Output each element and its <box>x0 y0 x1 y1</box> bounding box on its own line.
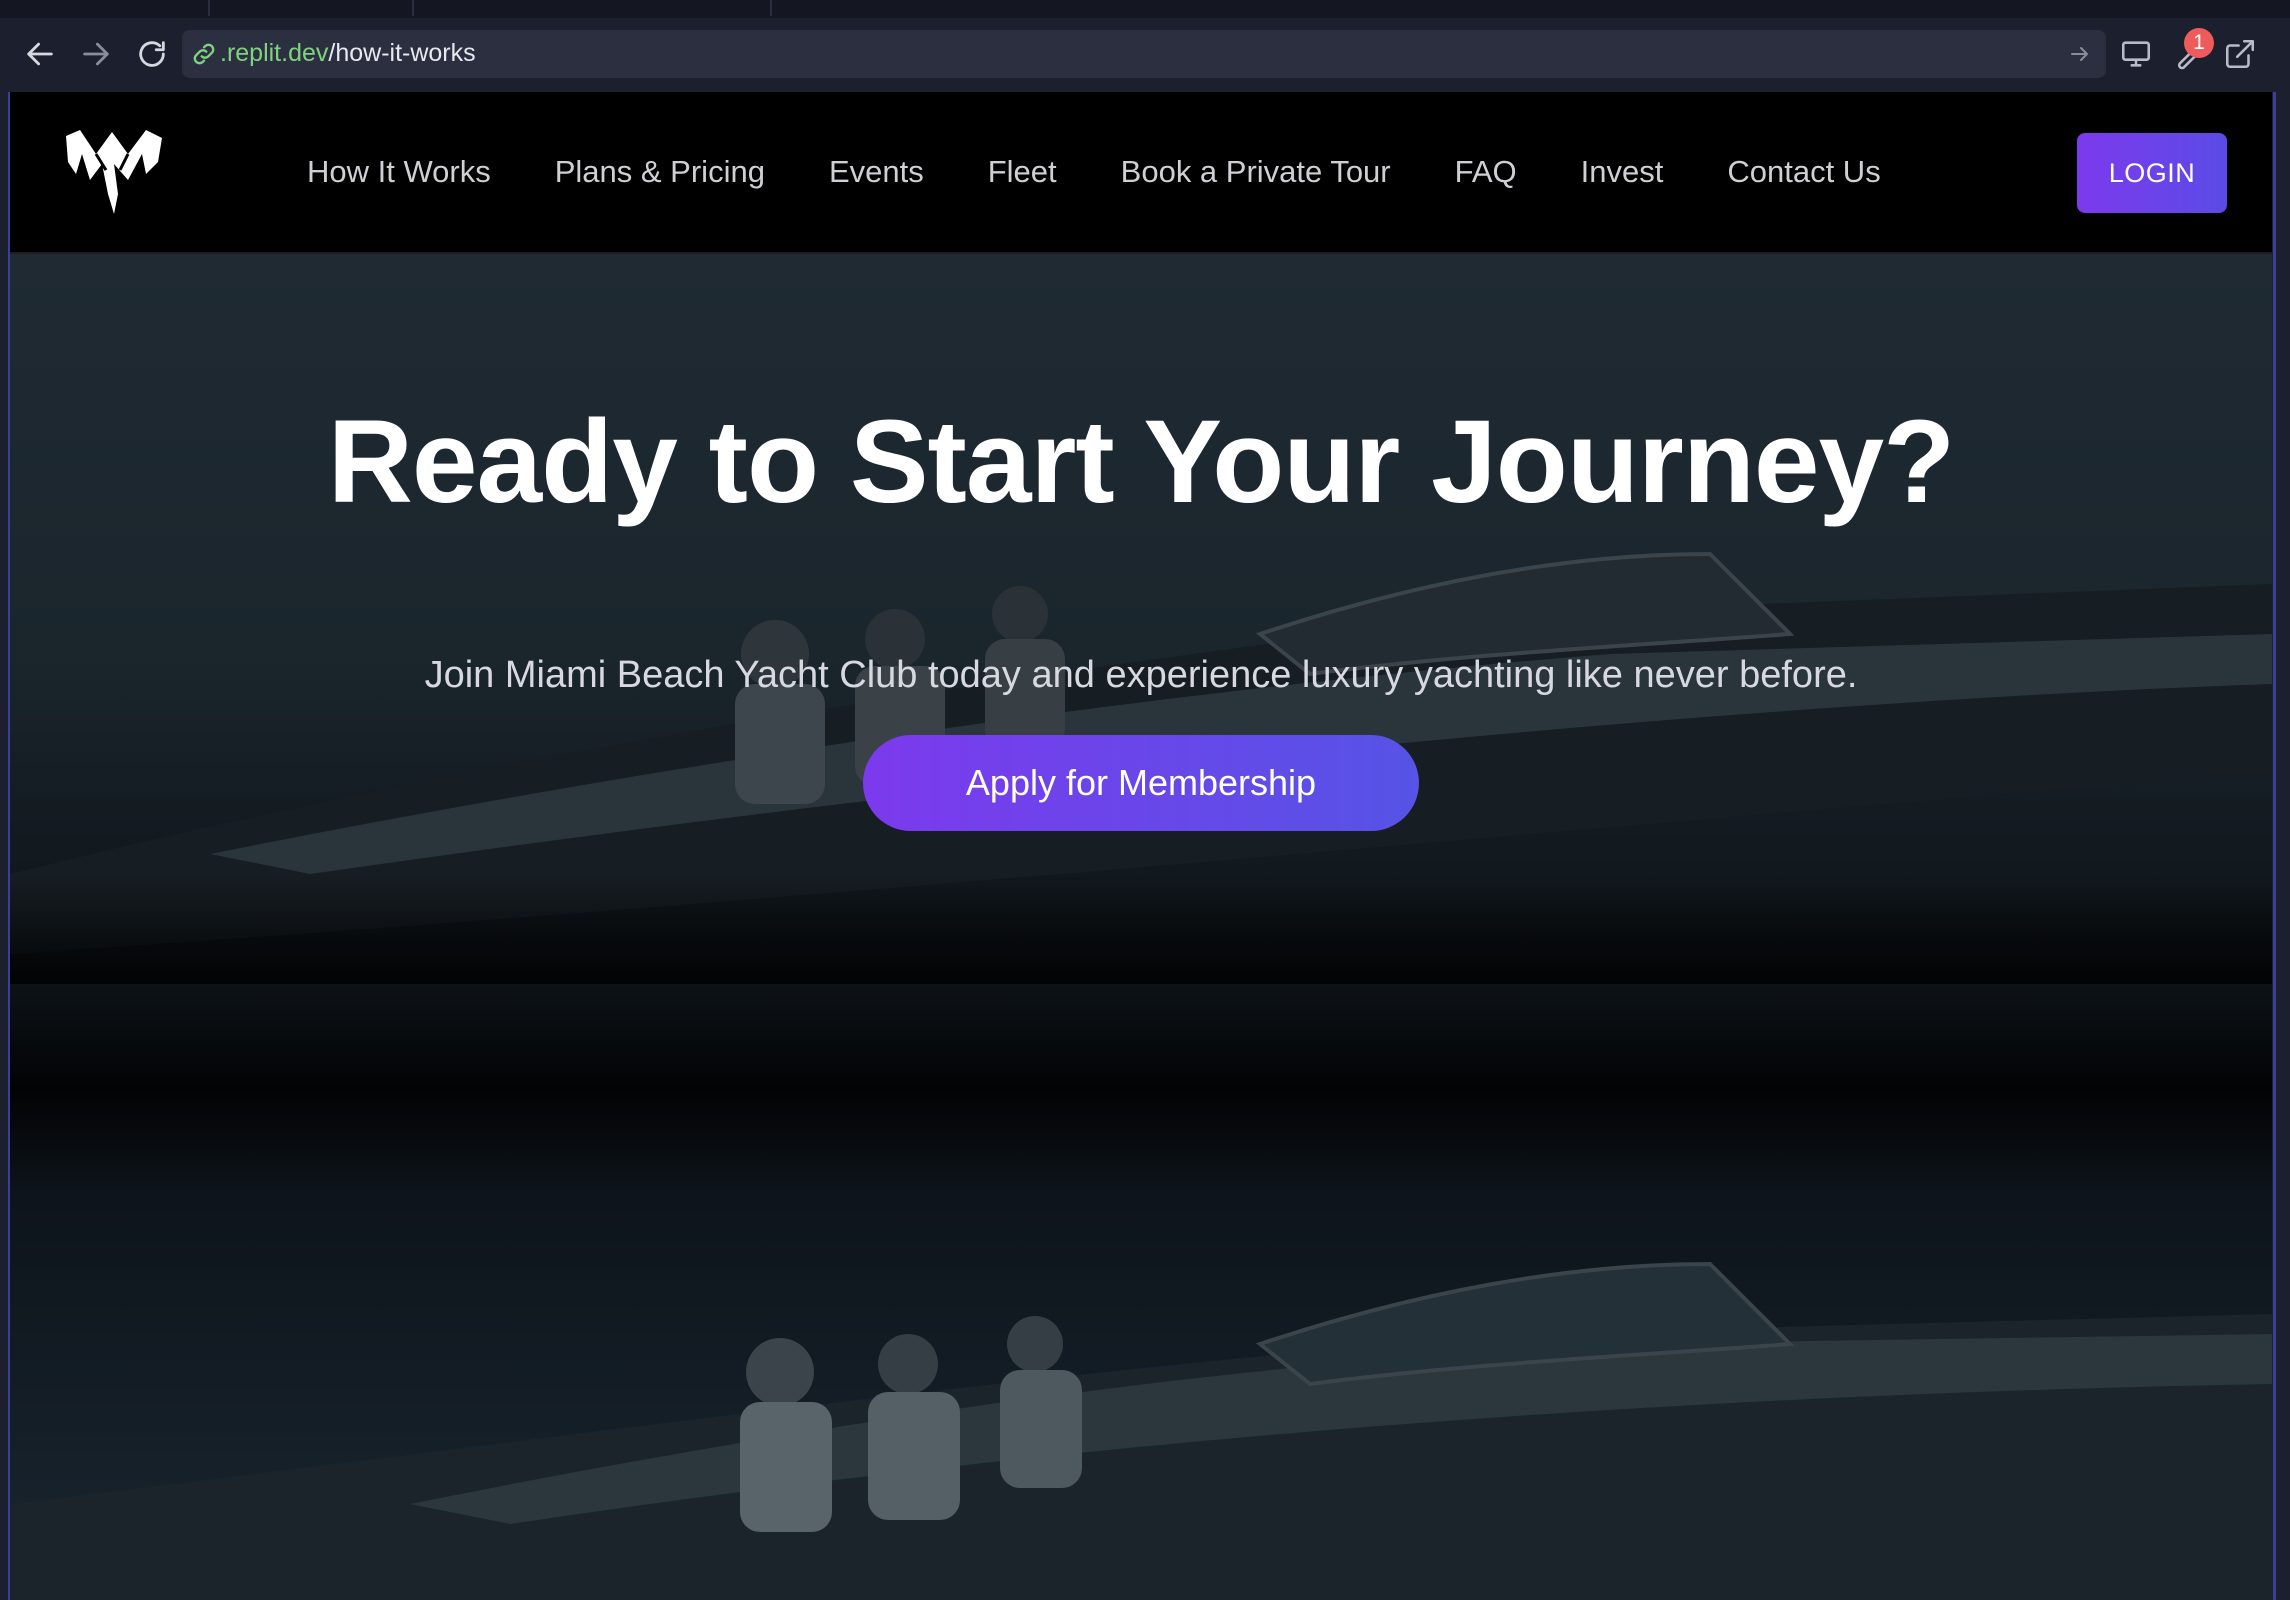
tab-separator <box>412 0 414 16</box>
forward-button[interactable] <box>70 28 122 80</box>
monitor-button[interactable] <box>2110 28 2162 80</box>
back-button[interactable] <box>14 28 66 80</box>
url-path: /how-it-works <box>328 39 476 67</box>
nav-link-contact-us[interactable]: Contact Us <box>1727 154 1880 190</box>
login-button[interactable]: LOGIN <box>2077 133 2227 213</box>
nav-link-how-it-works[interactable]: How It Works <box>307 154 491 190</box>
url-bar[interactable]: .replit.dev/how-it-works <box>182 30 2106 78</box>
nav-link-faq[interactable]: FAQ <box>1455 154 1517 190</box>
nav-link-fleet[interactable]: Fleet <box>988 154 1057 190</box>
hero-section: Ready to Start Your Journey? Join Miami … <box>10 254 2272 1600</box>
monitor-icon <box>2121 41 2151 67</box>
browser-toolbar: .replit.dev/how-it-works 1 <box>0 18 2290 92</box>
apply-membership-button[interactable]: Apply for Membership <box>863 735 1419 831</box>
page-viewport: How It Works Plans & Pricing Events Flee… <box>10 92 2272 1600</box>
url-host: .replit.dev <box>220 39 329 67</box>
nav-links: How It Works Plans & Pricing Events Flee… <box>307 92 1945 252</box>
nav-link-invest[interactable]: Invest <box>1581 154 1664 190</box>
go-icon[interactable] <box>2068 42 2092 66</box>
open-external-button[interactable] <box>2214 28 2266 80</box>
yacht-club-logo-icon[interactable] <box>62 124 166 220</box>
link-icon <box>193 43 215 65</box>
back-icon <box>27 42 53 66</box>
reload-icon <box>139 41 165 67</box>
viewport-border <box>2273 92 2276 1600</box>
forward-icon <box>83 42 109 66</box>
tab-separator <box>208 0 210 16</box>
site-navbar: How It Works Plans & Pricing Events Flee… <box>10 92 2272 254</box>
tab-separator <box>770 0 772 16</box>
nav-link-events[interactable]: Events <box>829 154 924 190</box>
nav-link-plans-pricing[interactable]: Plans & Pricing <box>555 154 765 190</box>
hero-title: Ready to Start Your Journey? <box>327 396 1956 528</box>
nav-link-book-private-tour[interactable]: Book a Private Tour <box>1121 154 1391 190</box>
tab-strip <box>0 0 2290 18</box>
hero-subtitle: Join Miami Beach Yacht Club today and ex… <box>424 654 1858 696</box>
url-text: .replit.dev/how-it-works <box>220 39 476 68</box>
open-external-icon <box>2225 39 2255 69</box>
reload-button[interactable] <box>126 28 178 80</box>
notification-badge: 1 <box>2184 28 2214 58</box>
